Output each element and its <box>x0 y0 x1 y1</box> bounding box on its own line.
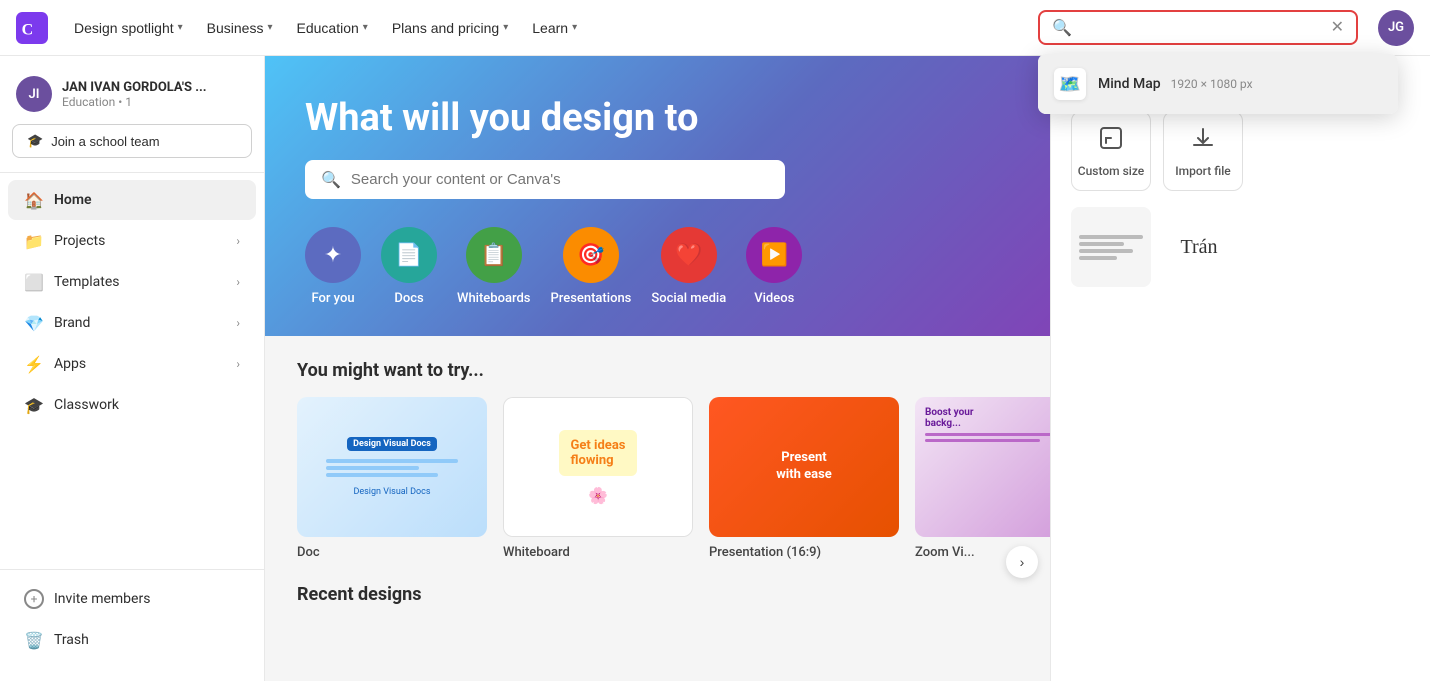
panel-media-item-1[interactable] <box>1071 207 1151 287</box>
sidebar-bottom: + Invite members 🗑️ Trash <box>0 569 264 669</box>
search-suggestion-mind-map[interactable]: 🗺️ Mind Map 1920 × 1080 px <box>1038 54 1398 114</box>
search-box-top: 🔍 mind map ✕ <box>1038 10 1358 45</box>
sidebar: JI JAN IVAN GORDOLA'S ... Education • 1 … <box>0 56 265 681</box>
category-whiteboards[interactable]: 📋 Whiteboards <box>457 227 530 306</box>
invite-members-button[interactable]: + Invite members <box>8 579 256 619</box>
category-presentations[interactable]: 🎯 Presentations <box>550 227 631 306</box>
card-whiteboard[interactable]: Get ideasflowing 🌸 Whiteboard <box>503 397 693 560</box>
card-presentation[interactable]: Presentwith ease Presentation (16:9) <box>709 397 899 560</box>
template-icon: ⬜ <box>24 272 44 292</box>
suggestion-name: Mind Map <box>1098 76 1161 92</box>
sidebar-avatar: JI <box>16 76 52 112</box>
classwork-icon: 🎓 <box>24 395 44 415</box>
sidebar-item-templates[interactable]: ⬜ Templates › <box>8 262 256 302</box>
card-whiteboard-label: Whiteboard <box>503 545 693 560</box>
canva-logo[interactable]: C <box>16 12 48 44</box>
main-content: What will you design to 🔍 ✦ For you 📄 Do… <box>265 56 1430 681</box>
right-panel: Start creating from your media Custom si… <box>1050 56 1430 681</box>
panel-media-item-2[interactable]: Trán <box>1159 207 1239 287</box>
chevron-down-icon: ▾ <box>178 22 183 33</box>
category-for-you[interactable]: ✦ For you <box>305 227 361 306</box>
card-presentation-label: Presentation (16:9) <box>709 545 899 560</box>
folder-icon: 📁 <box>24 231 44 251</box>
nav-design-spotlight[interactable]: Design spotlight ▾ <box>64 14 193 42</box>
search-icon: 🔍 <box>321 170 341 189</box>
sidebar-user: JI JAN IVAN GORDOLA'S ... Education • 1 <box>0 68 264 124</box>
scroll-right-button[interactable]: › <box>1006 546 1038 578</box>
nav-plans-pricing[interactable]: Plans and pricing ▾ <box>382 14 518 42</box>
sidebar-item-apps[interactable]: ⚡ Apps › <box>8 344 256 384</box>
category-docs[interactable]: 📄 Docs <box>381 227 437 306</box>
apps-icon: ⚡ <box>24 354 44 374</box>
panel-media-row: Trán <box>1071 207 1410 287</box>
topnav-search-area: 🔍 mind map ✕ 🗺️ Mind Map 1920 × 1080 px <box>1038 10 1358 45</box>
join-school-team-button[interactable]: 🎓 Join a school team <box>12 124 252 158</box>
custom-size-icon <box>1097 124 1125 158</box>
chevron-down-icon: ▾ <box>503 22 508 33</box>
chevron-down-icon: ▾ <box>363 22 368 33</box>
sidebar-item-projects[interactable]: 📁 Projects › <box>8 221 256 261</box>
nav-learn[interactable]: Learn ▾ <box>522 14 587 42</box>
sidebar-item-classwork[interactable]: 🎓 Classwork <box>8 385 256 425</box>
nav-education[interactable]: Education ▾ <box>287 14 378 42</box>
chevron-right-icon: › <box>236 316 240 330</box>
chevron-right-icon: › <box>236 234 240 248</box>
sidebar-item-home[interactable]: 🏠 Home <box>8 180 256 220</box>
svg-text:C: C <box>22 21 34 38</box>
sidebar-divider <box>0 172 264 173</box>
sidebar-item-trash[interactable]: 🗑️ Trash <box>8 620 256 660</box>
graduation-cap-icon: 🎓 <box>27 133 43 149</box>
topnav-menu: Design spotlight ▾ Business ▾ Education … <box>64 14 1030 42</box>
clear-search-button[interactable]: ✕ <box>1331 20 1344 36</box>
nav-business[interactable]: Business ▾ <box>197 14 283 42</box>
search-dropdown: 🗺️ Mind Map 1920 × 1080 px <box>1038 54 1398 114</box>
search-input[interactable]: mind map <box>1080 20 1323 36</box>
category-videos[interactable]: ▶️ Videos <box>746 227 802 306</box>
chevron-right-icon: › <box>236 357 240 371</box>
home-icon: 🏠 <box>24 190 44 210</box>
category-social-media[interactable]: ❤️ Social media <box>651 227 726 306</box>
custom-size-button[interactable]: Custom size <box>1071 111 1151 191</box>
plus-icon: + <box>24 589 44 609</box>
hero-search-input[interactable] <box>351 171 769 188</box>
import-icon <box>1189 124 1217 158</box>
sidebar-nav: 🏠 Home 📁 Projects › ⬜ Templates › 💎 Bran… <box>0 179 264 569</box>
chevron-down-icon: ▾ <box>572 22 577 33</box>
brand-icon: 💎 <box>24 313 44 333</box>
main-layout: JI JAN IVAN GORDOLA'S ... Education • 1 … <box>0 56 1430 681</box>
hero-search: 🔍 <box>305 160 785 199</box>
panel-actions: Custom size Import file <box>1071 111 1410 191</box>
sidebar-item-brand[interactable]: 💎 Brand › <box>8 303 256 343</box>
sidebar-user-sub: Education • 1 <box>62 95 207 109</box>
sidebar-user-name: JAN IVAN GORDOLA'S ... <box>62 80 207 95</box>
chevron-right-icon: › <box>236 275 240 289</box>
avatar[interactable]: JG <box>1378 10 1414 46</box>
card-doc[interactable]: Design Visual Docs Design Visual Docs Do… <box>297 397 487 560</box>
mind-map-icon: 🗺️ <box>1054 68 1086 100</box>
search-icon: 🔍 <box>1052 18 1072 37</box>
topnav: C Design spotlight ▾ Business ▾ Educatio… <box>0 0 1430 56</box>
card-doc-label: Doc <box>297 545 487 560</box>
trash-icon: 🗑️ <box>24 630 44 650</box>
chevron-down-icon: ▾ <box>267 22 272 33</box>
suggestion-size: 1920 × 1080 px <box>1171 77 1253 91</box>
import-file-button[interactable]: Import file <box>1163 111 1243 191</box>
